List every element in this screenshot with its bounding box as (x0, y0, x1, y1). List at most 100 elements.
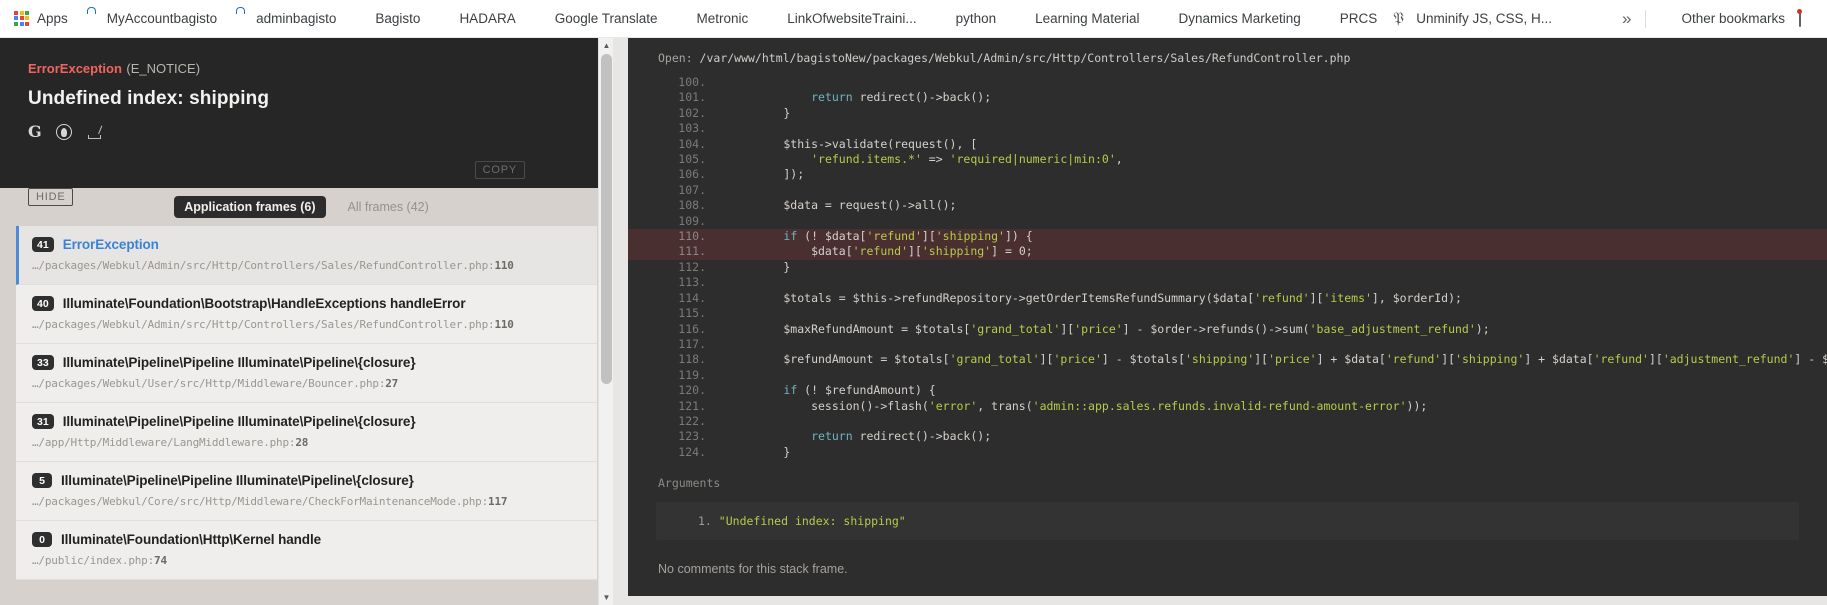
stack-frame-badge: 0 (32, 532, 52, 547)
bookmark-label: Dynamics Marketing (1178, 11, 1301, 26)
bookmark-item-python[interactable]: python (925, 6, 1005, 32)
bookmark-item-hadara[interactable]: HADARA (428, 6, 523, 32)
copy-button[interactable]: COPY (474, 161, 525, 179)
code-line-number: 124. (678, 444, 706, 459)
stack-frame-row[interactable]: 5 Illuminate\Pipeline\Pipeline Illuminat… (16, 462, 597, 521)
bookmark-item-linkofwebsitetraining[interactable]: LinkOfwebsiteTraini... (756, 6, 924, 32)
page-scrollbar[interactable]: ▲ ▼ (598, 38, 613, 605)
stack-frame-name: ErrorException (62, 237, 159, 252)
scrollbar-thumb[interactable] (601, 54, 612, 384)
bookmark-item-dynamics-marketing[interactable]: Dynamics Marketing (1147, 6, 1308, 32)
bookmarks-bar: Apps MyAccountbagisto adminbagisto Bagis… (0, 0, 1827, 38)
code-line-number: 113. (678, 275, 706, 290)
duckduckgo-icon[interactable] (55, 124, 72, 140)
arguments-label: Arguments (658, 476, 721, 491)
code-line: 113. (628, 275, 1827, 290)
bookmark-item-prcs[interactable]: PRCS (1309, 6, 1386, 32)
bookmark-item-google-translate[interactable]: G Google Translate (524, 6, 666, 32)
stack-frame-row[interactable]: 41 ErrorException …/packages/Webkul/Admi… (16, 226, 597, 285)
exception-class: ErrorException (28, 61, 122, 76)
code-line-number: 112. (678, 259, 706, 274)
environment-section: Environment & details: GET Data empty PO… (628, 596, 1827, 605)
folder-icon (436, 11, 452, 27)
folder-icon (1658, 11, 1674, 27)
code-line: 118. $refundAmount = $totals['grand_tota… (628, 352, 1827, 367)
bookmark-item-bagisto[interactable]: Bagisto (344, 6, 428, 32)
stackoverflow-icon[interactable] (86, 124, 102, 140)
code-line-text: $data['refund']['shipping'] = 0; (728, 244, 1033, 259)
code-line-number: 103. (678, 121, 706, 136)
stack-frame-title-row: 33 Illuminate\Pipeline\Pipeline Illumina… (32, 355, 581, 370)
bookmark-item-learning-material[interactable]: Learning Material (1004, 6, 1147, 32)
code-line-text: return redirect()->back(); (811, 429, 992, 444)
code-line: 106. ]); (628, 167, 1827, 182)
code-line: 103. (628, 121, 1827, 136)
open-file-path[interactable]: Open: /var/www/html/bagistoNew/packages/… (628, 38, 1827, 75)
code-line: 102. } (628, 106, 1827, 121)
error-page: ErrorException (E_NOTICE) Undefined inde… (0, 38, 1827, 605)
code-line-highlighted: 110. if (! $data['refund']['shipping']) … (628, 229, 1827, 245)
stack-frame-row[interactable]: 31 Illuminate\Pipeline\Pipeline Illumina… (16, 403, 597, 462)
code-line-number: 120. (678, 383, 706, 398)
code-line: 107. (628, 183, 1827, 198)
stack-frame-name: Illuminate\Foundation\Bootstrap\HandleEx… (62, 296, 466, 311)
stack-frame-file: …/public/index.php: (32, 554, 155, 567)
bag-icon (233, 11, 249, 27)
bookmark-label: PRCS (1339, 11, 1378, 26)
code-line-text: } (728, 105, 791, 120)
reading-list-button[interactable] (1793, 6, 1821, 32)
stack-frame-badge: 41 (32, 237, 54, 252)
bookmark-item-metronic[interactable]: Metronic (666, 6, 757, 32)
code-line-number: 109. (678, 213, 706, 228)
code-line-number: 123. (678, 429, 706, 444)
stack-frame-line: 117 (488, 495, 508, 508)
code-line-number: 106. (678, 167, 706, 182)
bookmark-label: Metronic (696, 11, 749, 26)
google-icon[interactable]: G (28, 124, 42, 140)
bookmark-item-other-bookmarks[interactable]: Other bookmarks (1650, 6, 1793, 32)
scroll-up-icon[interactable]: ▲ (599, 38, 614, 53)
stack-frame-title-row: 0 Illuminate\Foundation\Http\Kernel hand… (32, 532, 581, 547)
code-line: 114. $totals = $this->refundRepository->… (628, 291, 1827, 306)
code-line: 124. } (628, 445, 1827, 460)
exception-level: (E_NOTICE) (126, 61, 201, 76)
stack-frame-name: Illuminate\Foundation\Http\Kernel handle (61, 532, 322, 547)
code-line-number: 118. (678, 352, 706, 367)
code-line-number: 119. (678, 367, 706, 382)
bookmark-label: adminbagisto (256, 11, 337, 26)
stack-frame-badge: 33 (32, 355, 54, 370)
bookmark-label: LinkOfwebsiteTraini... (787, 11, 917, 26)
tab-all-frames[interactable]: All frames (42) (338, 196, 439, 218)
stack-frame-row[interactable]: 33 Illuminate\Pipeline\Pipeline Illumina… (16, 344, 597, 403)
stack-frame-name: Illuminate\Pipeline\Pipeline Illuminate\… (62, 414, 416, 429)
code-line-text: if (! $data['refund']['shipping']) { (783, 229, 1033, 244)
bookmarks-overflow-button[interactable]: » (1612, 9, 1641, 29)
bookmark-apps[interactable]: Apps (6, 6, 76, 32)
bookmark-item-myaccountbagisto[interactable]: MyAccountbagisto (76, 6, 225, 32)
stack-frame-row[interactable]: 40 Illuminate\Foundation\Bootstrap\Handl… (16, 285, 597, 344)
bookmark-item-unminify[interactable]: Unminify JS, CSS, H... (1385, 6, 1560, 32)
exception-message: Undefined index: shipping (28, 88, 270, 109)
bookmark-item-adminbagisto[interactable]: adminbagisto (225, 6, 344, 32)
stack-frame-line: 110 (494, 259, 514, 272)
scroll-down-icon[interactable]: ▼ (599, 590, 614, 605)
stack-frame-row[interactable]: 0 Illuminate\Foundation\Http\Kernel hand… (16, 521, 597, 580)
code-line-text: return redirect()->back(); (811, 90, 992, 105)
code-line-number: 101. (678, 90, 706, 105)
code-line-number: 115. (678, 306, 706, 321)
share-links: G (28, 124, 585, 140)
arguments-box: 1. "Undefined index: shipping" (656, 502, 1799, 541)
tab-application-frames[interactable]: Application frames (6) (174, 196, 326, 218)
code-line-number: 116. (678, 321, 706, 336)
code-line-text: } (728, 259, 791, 274)
folder-icon (1012, 11, 1028, 27)
bookmark-label: Other bookmarks (1681, 11, 1785, 26)
frame-detail-panel: Open: /var/www/html/bagistoNew/packages/… (628, 38, 1827, 605)
hide-button[interactable]: HIDE (28, 188, 74, 206)
frames-tabs: Application frames (6) All frames (42) (0, 188, 613, 226)
stack-frame-file: …/packages/Webkul/User/src/Http/Middlewa… (32, 377, 386, 390)
open-file-path-value: /var/www/html/bagistoNew/packages/Webkul… (699, 51, 1351, 65)
stack-frame-title-row: 41 ErrorException (32, 237, 581, 252)
argument-index: 1. (698, 514, 712, 529)
code-line-number: 110. (678, 229, 706, 244)
